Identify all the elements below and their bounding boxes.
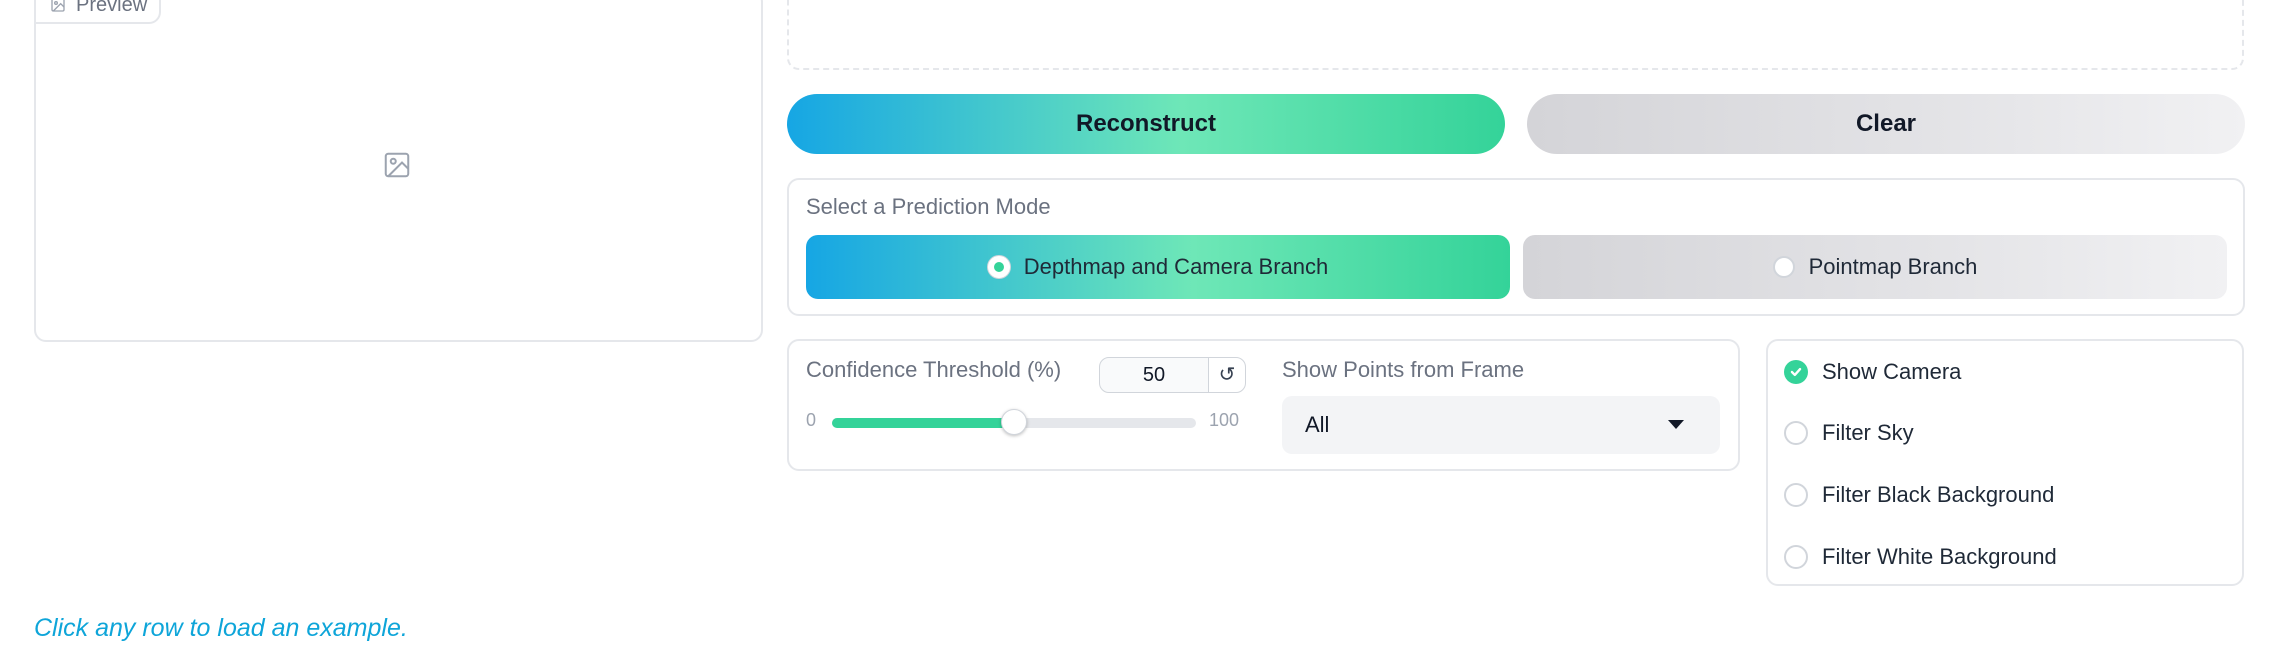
frame-select-value: All: [1305, 412, 1330, 437]
checkbox-filter-sky[interactable]: Filter Sky: [1784, 415, 1914, 451]
confidence-slider-thumb[interactable]: [1001, 409, 1027, 435]
checkbox-icon[interactable]: [1784, 545, 1808, 569]
mode-option-pointmap[interactable]: Pointmap Branch: [1523, 235, 2227, 299]
mode-option-label: Depthmap and Camera Branch: [1023, 254, 1329, 279]
checkbox-label: Filter Black Background: [1822, 482, 2055, 507]
slider-max-label: 100: [1209, 410, 1240, 430]
mode-option-depthmap[interactable]: Depthmap and Camera Branch: [806, 235, 1510, 299]
preview-tag: Preview: [34, 0, 162, 24]
upload-drop-area[interactable]: [787, 0, 2244, 70]
clear-button[interactable]: Clear: [1527, 94, 2245, 154]
radio-unselected-icon[interactable]: [1772, 256, 1795, 278]
confidence-threshold-label: Confidence Threshold (%): [806, 357, 1062, 382]
slider-min-label: 0: [806, 410, 817, 430]
checkbox-label: Filter White Background: [1822, 544, 2057, 569]
preview-label: Preview: [76, 0, 148, 16]
checkbox-icon[interactable]: [1784, 421, 1808, 445]
frame-select-label: Show Points from Frame: [1282, 357, 1525, 382]
reconstruct-button[interactable]: Reconstruct: [787, 94, 1505, 154]
frame-select-dropdown[interactable]: [1282, 396, 1720, 454]
checkbox-filter-white-background[interactable]: Filter White Background: [1784, 539, 2057, 575]
chevron-down-icon[interactable]: [1668, 420, 1684, 429]
checkbox-label: Filter Sky: [1822, 420, 1914, 445]
image-icon: [51, 0, 65, 12]
checkbox-show-camera[interactable]: Show Camera: [1784, 354, 1961, 390]
checkbox-icon[interactable]: [1784, 360, 1808, 384]
mode-option-label: Pointmap Branch: [1808, 254, 1978, 279]
reset-icon[interactable]: ↺: [1208, 357, 1246, 393]
prediction-mode-label: Select a Prediction Mode: [806, 194, 1051, 219]
confidence-slider-fill: [832, 418, 1014, 428]
checkbox-filter-black-background[interactable]: Filter Black Background: [1784, 477, 2054, 513]
image-placeholder-icon: [382, 150, 412, 180]
confidence-threshold-input[interactable]: 50: [1099, 357, 1209, 393]
examples-hint: Click any row to load an example.: [34, 614, 408, 642]
checkbox-label: Show Camera: [1822, 359, 1962, 384]
radio-selected-icon[interactable]: [987, 256, 1010, 278]
checkbox-icon[interactable]: [1784, 483, 1808, 507]
